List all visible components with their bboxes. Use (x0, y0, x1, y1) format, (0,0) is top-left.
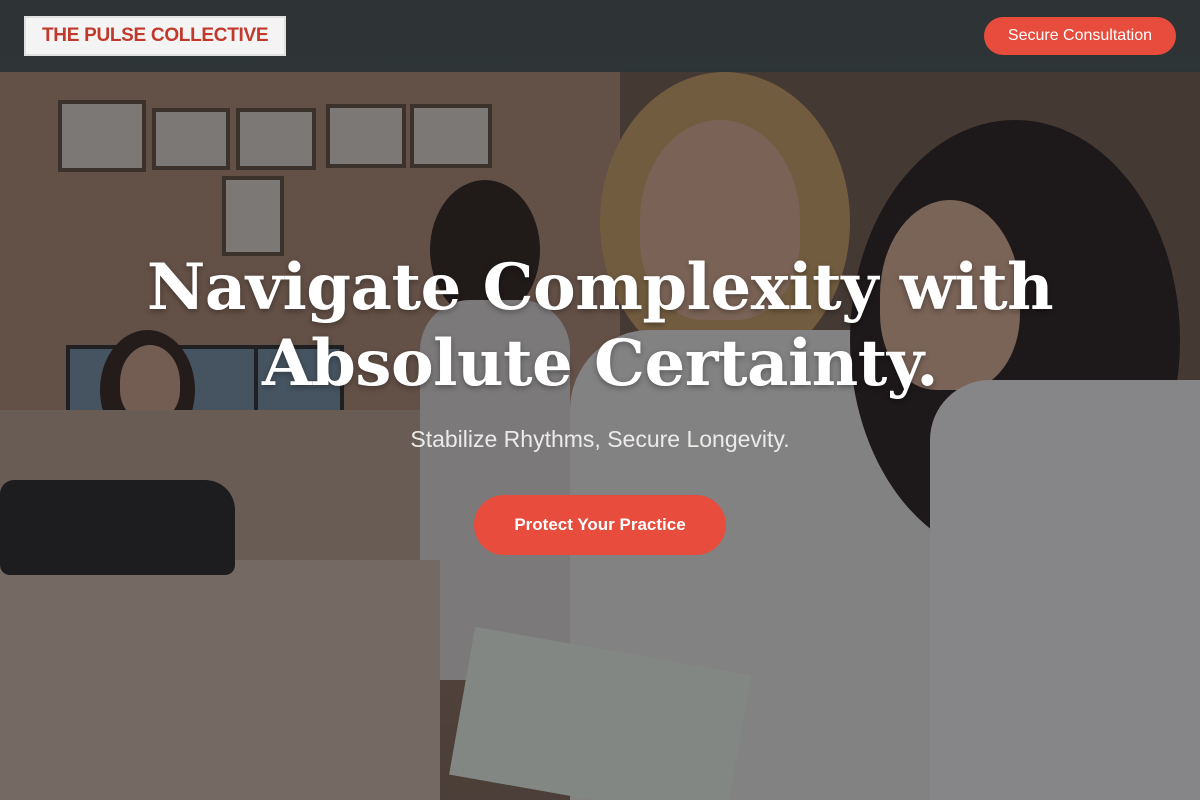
secure-consultation-button[interactable]: Secure Consultation (983, 17, 1176, 55)
hero-headline-line-1: Navigate Complexity with (146, 250, 1054, 325)
hero-subheadline: Stabilize Rhythms, Secure Longevity. (410, 426, 790, 452)
hero-headline: Navigate Complexity with Absolute Certai… (0, 250, 1200, 402)
brand-logo[interactable]: THE PULSE COLLECTIVE (24, 16, 287, 56)
top-navbar: THE PULSE COLLECTIVE Secure Consultation (0, 0, 1200, 72)
hero-section: Navigate Complexity with Absolute Certai… (0, 250, 1200, 555)
hero-headline-line-2: Absolute Certainty. (262, 326, 938, 401)
protect-your-practice-button[interactable]: Protect Your Practice (474, 495, 726, 555)
